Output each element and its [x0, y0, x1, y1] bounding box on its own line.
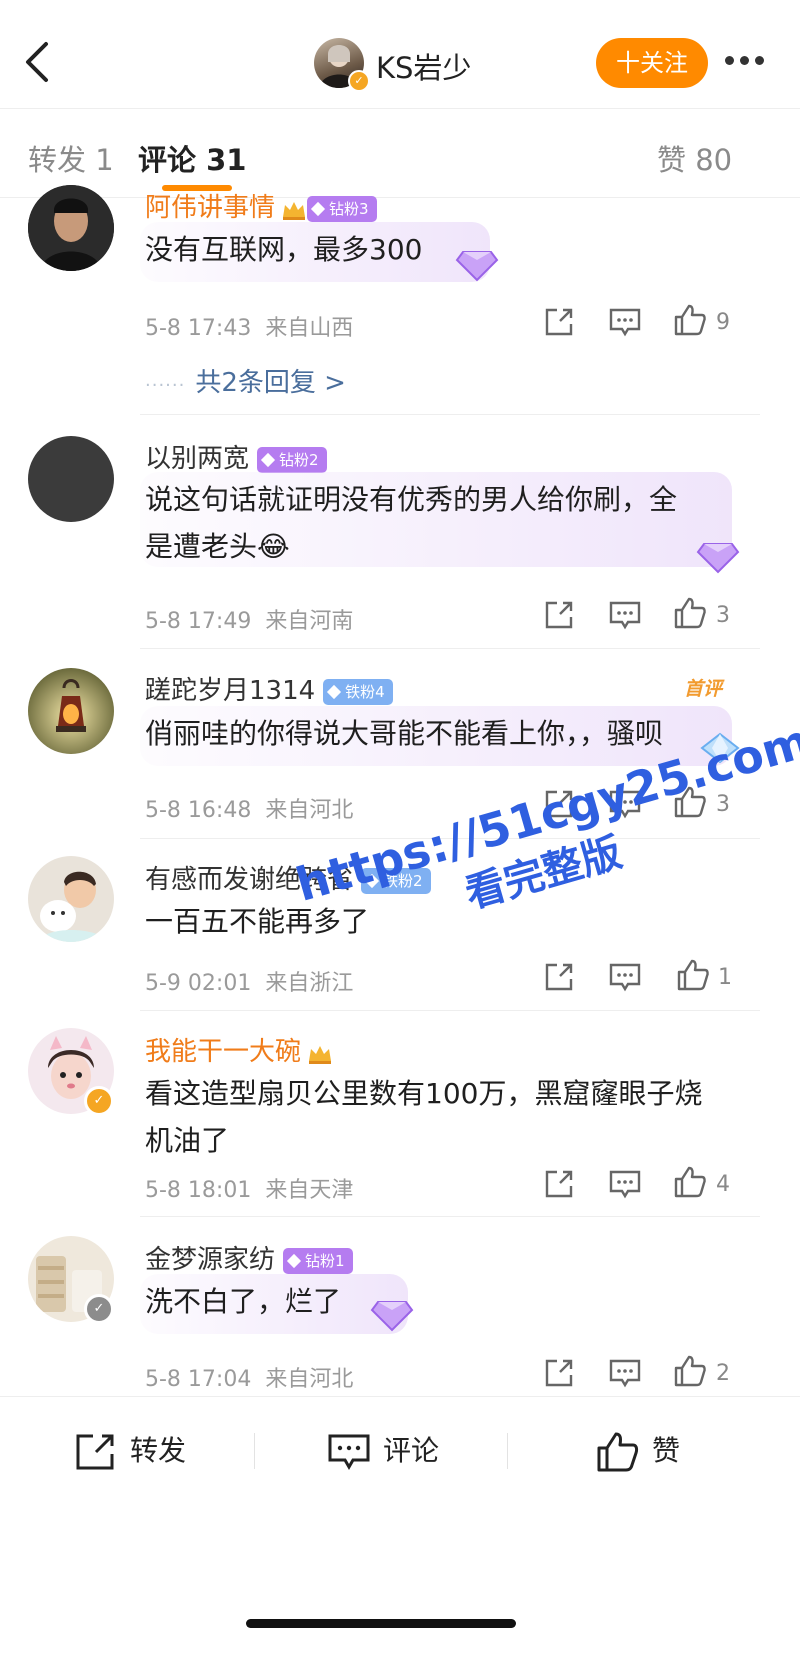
divider: [140, 414, 760, 415]
comment-button[interactable]: 评论: [327, 1429, 439, 1473]
diamond-icon: [700, 732, 740, 768]
avatar[interactable]: [28, 436, 114, 522]
comment-meta: 5-8 18:01 来自天津: [145, 1178, 354, 1203]
diamond-icon: [370, 1298, 414, 1336]
fan-badge: 钻粉1: [283, 1247, 353, 1274]
back-icon[interactable]: [18, 38, 58, 86]
share-icon[interactable]: [542, 1356, 576, 1390]
home-indicator: [246, 1619, 516, 1628]
comment-username[interactable]: 以别两宽 钻粉2: [145, 438, 327, 475]
comment-icon[interactable]: [608, 598, 642, 632]
like-icon: [597, 1432, 639, 1472]
divider: [140, 1216, 760, 1217]
like-count: 4: [716, 1172, 730, 1197]
tab-bar: 转发 1 评论 31 赞 80: [0, 108, 800, 198]
comment-text: 俏丽哇的你得说大哥能不能看上你，，骚呗: [145, 717, 664, 750]
view-replies-link[interactable]: ······ 共2条回复 >: [145, 362, 346, 399]
avatar[interactable]: [28, 856, 114, 942]
fan-badge: 钻粉2: [257, 446, 327, 473]
fan-badge: 铁粉2: [361, 867, 431, 894]
verified-badge-icon: ✓: [84, 1294, 114, 1324]
share-icon[interactable]: [542, 305, 576, 339]
comment-meta: 5-8 17:43 来自山西: [145, 316, 354, 341]
like-count: 9: [716, 310, 730, 335]
crown-icon: [307, 1042, 333, 1064]
share-icon[interactable]: [542, 598, 576, 632]
comment-text: 一百五不能再多了: [145, 905, 370, 938]
comment-text: 洗不白了，烂了: [145, 1285, 342, 1318]
bottom-action-bar: 转发 评论 赞: [0, 1396, 800, 1507]
avatar[interactable]: [28, 185, 114, 271]
like-count: 2: [716, 1361, 730, 1386]
like-icon[interactable]: [673, 1165, 707, 1199]
like-count: 3: [716, 603, 730, 628]
comment-meta: 5-9 02:01 来自浙江: [145, 971, 354, 996]
repost-button[interactable]: 转发: [74, 1429, 186, 1473]
divider: [140, 648, 760, 649]
divider: [254, 1433, 255, 1469]
follow-button[interactable]: 十关注: [596, 38, 708, 88]
top-nav-bar: ✓ KS岩少 十关注: [0, 0, 800, 106]
divider: [507, 1433, 508, 1469]
avatar[interactable]: [28, 668, 114, 754]
comment-meta: 5-8 17:49 来自河南: [145, 609, 354, 634]
like-icon[interactable]: [673, 785, 707, 819]
like-icon[interactable]: [673, 1354, 707, 1388]
comment-icon[interactable]: [608, 305, 642, 339]
comment-text: 没有互联网，最多300: [145, 233, 423, 266]
comment-username[interactable]: 蹉跎岁月1314 铁粉4: [145, 670, 393, 707]
verified-badge-icon: ✓: [84, 1086, 114, 1116]
like-icon[interactable]: [673, 303, 707, 337]
comment-username[interactable]: 有感而发谢绝跨省 铁粉2: [145, 859, 431, 896]
crown-icon: [281, 198, 307, 220]
like-icon[interactable]: [673, 596, 707, 630]
comment-icon[interactable]: [608, 787, 642, 821]
divider: [140, 1010, 760, 1011]
comment-meta: 5-8 17:04 来自河北: [145, 1367, 354, 1392]
divider: [140, 838, 760, 839]
comment-text: 说这句话就证明没有优秀的男人给你刷，全 是遭老头😂: [145, 483, 678, 563]
like-count: 1: [718, 965, 732, 990]
tab-reposts[interactable]: 转发 1: [28, 137, 114, 179]
like-button[interactable]: 赞: [596, 1429, 680, 1473]
comment-icon[interactable]: [608, 1356, 642, 1390]
repost-icon: [76, 1434, 114, 1470]
tab-comments[interactable]: 评论 31: [138, 137, 246, 179]
watermark-overlay: https://51cgy25.com 看完整版: [290, 713, 800, 1071]
tab-likes[interactable]: 赞 80: [657, 137, 732, 179]
fan-badge: 钻粉3: [307, 195, 377, 222]
comment-icon[interactable]: [608, 1167, 642, 1201]
comment-text: 看这造型扇贝公里数有100万，黑窟窿眼子烧 机油了: [145, 1077, 703, 1157]
share-icon[interactable]: [542, 787, 576, 821]
comment-username[interactable]: 我能干一大碗: [145, 1031, 333, 1068]
comment-meta: 5-8 16:48 来自河北: [145, 798, 354, 823]
first-comment-tag: 首评: [684, 678, 723, 700]
comment-username[interactable]: 阿伟讲事情 钻粉3: [145, 187, 377, 224]
diamond-icon: [455, 248, 499, 286]
author-name[interactable]: KS岩少: [376, 45, 471, 87]
like-icon[interactable]: [676, 958, 710, 992]
fan-badge: 铁粉4: [323, 678, 393, 705]
share-icon[interactable]: [542, 960, 576, 994]
verified-badge-icon: ✓: [348, 70, 370, 92]
diamond-icon: [696, 540, 740, 578]
more-options-icon[interactable]: [722, 46, 772, 76]
share-icon[interactable]: [542, 1167, 576, 1201]
like-count: 3: [716, 792, 730, 817]
comment-username[interactable]: 金梦源家纺 钻粉1: [145, 1239, 353, 1276]
comment-icon[interactable]: [608, 960, 642, 994]
comment-icon: [328, 1434, 370, 1471]
